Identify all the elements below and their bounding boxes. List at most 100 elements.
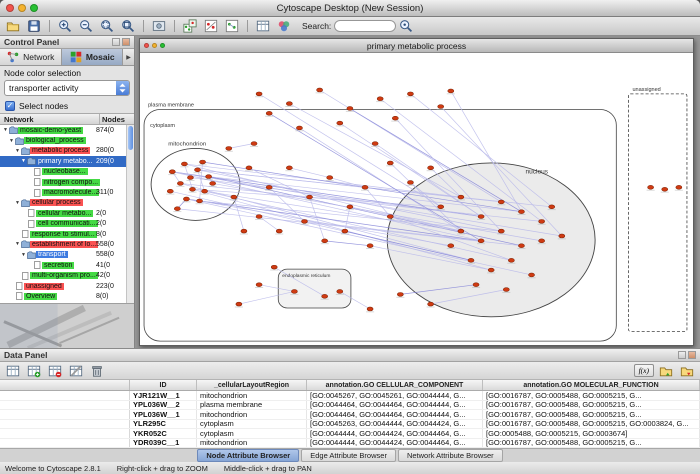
minimize-window-button[interactable] xyxy=(18,4,26,12)
tree-row[interactable]: cell communicati...2(0 xyxy=(0,219,126,229)
network-node[interactable] xyxy=(256,283,262,287)
network-node[interactable] xyxy=(448,244,454,248)
network-node[interactable] xyxy=(251,142,257,146)
network-node[interactable] xyxy=(539,219,545,223)
column-header[interactable]: annotation.GO MOLECULAR_FUNCTION xyxy=(483,380,700,390)
network-node[interactable] xyxy=(488,268,494,272)
network-node[interactable] xyxy=(478,239,484,243)
close-window-button[interactable] xyxy=(6,4,14,12)
network-edge[interactable] xyxy=(325,241,370,246)
network-node[interactable] xyxy=(286,102,292,106)
network-node[interactable] xyxy=(498,229,504,233)
search-input[interactable] xyxy=(334,20,396,32)
tree-row[interactable]: macromolecule...311(0 xyxy=(0,187,126,197)
birds-eye-view[interactable] xyxy=(0,303,134,348)
network-node[interactable] xyxy=(478,215,484,219)
tree-row[interactable]: ▼mosaic-demo-yeast874(0 xyxy=(0,125,126,135)
network-node[interactable] xyxy=(367,307,373,311)
network-node[interactable] xyxy=(392,116,398,120)
network-node[interactable] xyxy=(342,229,348,233)
network-node[interactable] xyxy=(286,166,292,170)
tree-row[interactable]: ▼cellular process xyxy=(0,198,126,208)
network-node[interactable] xyxy=(529,273,535,277)
frame-minimize-button[interactable] xyxy=(152,43,157,48)
tree-column-nodes[interactable]: Nodes xyxy=(100,114,134,124)
vizmapper-icon[interactable] xyxy=(275,18,293,35)
tree-row[interactable]: ▼establishment of lo...558(0 xyxy=(0,239,126,249)
window-titlebar[interactable]: Cytoscape Desktop (New Session) xyxy=(0,0,700,17)
network-node[interactable] xyxy=(549,205,555,209)
network-node[interactable] xyxy=(210,181,216,185)
network-node[interactable] xyxy=(187,176,193,180)
network-node[interactable] xyxy=(337,121,343,125)
network-node[interactable] xyxy=(200,160,206,164)
disclosure-triangle[interactable]: ▼ xyxy=(20,252,27,258)
network-node[interactable] xyxy=(202,189,208,193)
frame-zoom-button[interactable] xyxy=(160,43,165,48)
network-node[interactable] xyxy=(539,239,545,243)
table-row[interactable]: YJR121W__1mitochondrion[GO:0045267, GO:0… xyxy=(0,391,700,401)
tree-scrollbar[interactable] xyxy=(126,125,134,303)
float-panel-button[interactable] xyxy=(112,38,120,46)
search-options-button[interactable] xyxy=(397,18,415,35)
disclosure-triangle[interactable]: ▼ xyxy=(14,200,21,206)
network-node[interactable] xyxy=(194,168,200,172)
network-node[interactable] xyxy=(648,185,654,189)
table-row[interactable]: YKR052Ccytoplasm[GO:0044444, GO:0044424,… xyxy=(0,429,700,439)
network-edge[interactable] xyxy=(289,104,461,197)
network-edge[interactable] xyxy=(229,144,254,149)
zoom-out-icon[interactable] xyxy=(77,18,95,35)
network-node[interactable] xyxy=(458,195,464,199)
network-node[interactable] xyxy=(236,302,242,306)
zoom-fit-icon[interactable] xyxy=(119,18,137,35)
hide-selected-icon[interactable] xyxy=(202,18,220,35)
network-node[interactable] xyxy=(559,234,565,238)
network-node[interactable] xyxy=(189,187,195,191)
network-node[interactable] xyxy=(438,105,444,109)
import-attributes-icon[interactable] xyxy=(657,362,675,379)
network-node[interactable] xyxy=(322,239,328,243)
network-node[interactable] xyxy=(174,207,180,211)
tree-row[interactable]: unassigned223(0 xyxy=(0,281,126,291)
network-node[interactable] xyxy=(301,219,307,223)
tree-row[interactable]: secretion41(0 xyxy=(0,260,126,270)
network-node[interactable] xyxy=(246,166,252,170)
network-node[interactable] xyxy=(367,244,373,248)
network-node[interactable] xyxy=(503,288,509,292)
network-node[interactable] xyxy=(167,189,173,193)
tree-row[interactable]: ▼biological_process xyxy=(0,135,126,145)
close-panel-button[interactable] xyxy=(122,38,130,46)
network-node[interactable] xyxy=(327,176,333,180)
network-node[interactable] xyxy=(276,229,282,233)
create-attribute-icon[interactable] xyxy=(25,362,43,379)
trash-icon[interactable] xyxy=(88,362,106,379)
delete-attribute-icon[interactable] xyxy=(46,362,64,379)
frame-close-button[interactable] xyxy=(144,43,149,48)
tree-row[interactable]: Overview8(0) xyxy=(0,291,126,301)
network-node[interactable] xyxy=(231,195,237,199)
disclosure-triangle[interactable]: ▼ xyxy=(2,127,9,133)
network-node[interactable] xyxy=(518,210,524,214)
tree-row[interactable]: ▼transport558(0 xyxy=(0,250,126,260)
tree-scrollbar-thumb[interactable] xyxy=(128,126,133,150)
network-node[interactable] xyxy=(296,126,302,130)
network-node[interactable] xyxy=(387,215,393,219)
select-attributes-icon[interactable] xyxy=(4,362,22,379)
tree-row[interactable]: ▼primary metabo...209(0 xyxy=(0,156,126,166)
network-node[interactable] xyxy=(676,185,682,189)
tree-column-network[interactable]: Network xyxy=(0,114,100,124)
zoom-window-button[interactable] xyxy=(30,4,38,12)
network-node[interactable] xyxy=(448,89,454,93)
network-node[interactable] xyxy=(362,185,368,189)
select-nodes-checkbox[interactable]: ✓ xyxy=(5,101,15,111)
network-node[interactable] xyxy=(387,161,393,165)
tree-row[interactable]: cellular metabo...2(0 xyxy=(0,208,126,218)
show-all-icon[interactable] xyxy=(223,18,241,35)
export-attributes-icon[interactable] xyxy=(678,362,696,379)
network-node[interactable] xyxy=(226,146,232,150)
network-node[interactable] xyxy=(266,185,272,189)
tab-mosaic[interactable]: Mosaic xyxy=(62,49,124,65)
snapshot-icon[interactable] xyxy=(150,18,168,35)
network-node[interactable] xyxy=(206,175,212,179)
network-node[interactable] xyxy=(177,181,183,185)
